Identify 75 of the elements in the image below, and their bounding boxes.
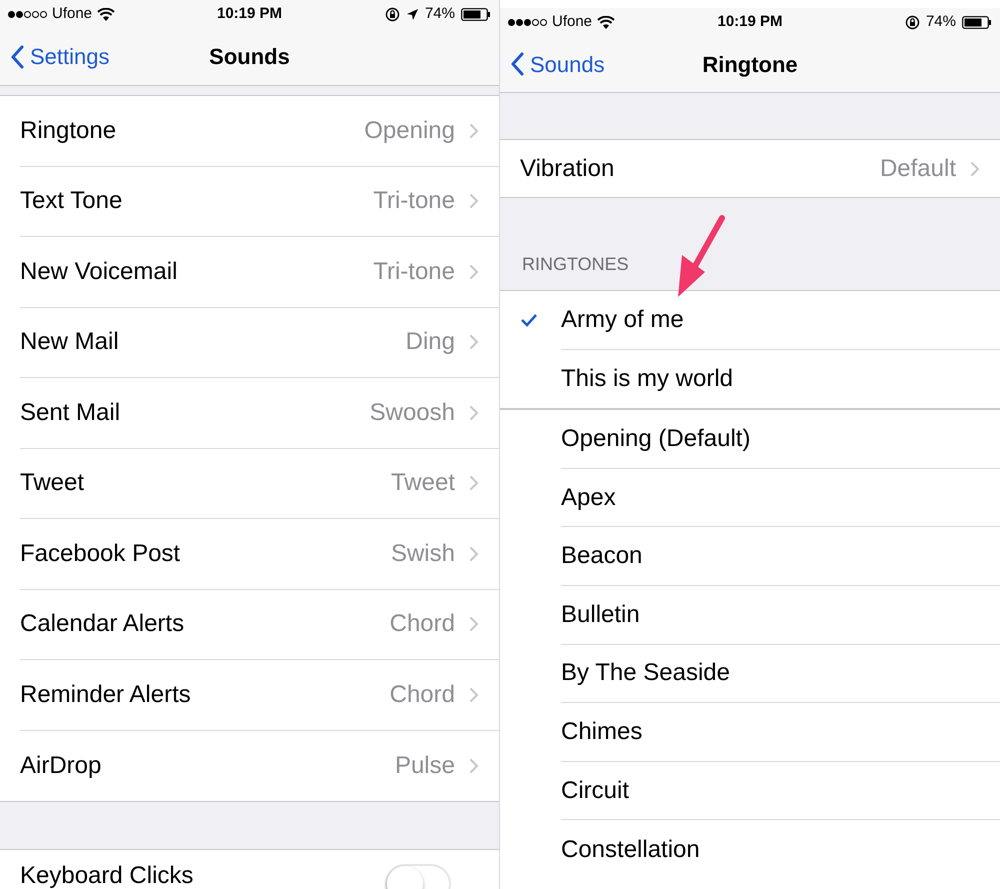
- ringtone-row[interactable]: Army of me: [500, 291, 1000, 350]
- chevron-icon: [970, 160, 980, 176]
- row-value: Tri-tone: [373, 186, 455, 216]
- ringtone-name: Bulletin: [561, 600, 640, 630]
- row-value: Chord: [390, 680, 455, 710]
- carrier-name: Ufone: [52, 4, 92, 24]
- row-label: Keyboard Clicks: [20, 862, 194, 889]
- ringtone-row[interactable]: Circuit: [500, 762, 1000, 820]
- row-label: Facebook Post: [20, 538, 180, 569]
- wifi-icon: [97, 8, 116, 20]
- ringtone-name: Constellation: [561, 834, 700, 865]
- ringtone-row[interactable]: This is my world: [500, 350, 1000, 408]
- chevron-icon: [469, 758, 479, 774]
- ringtone-name: Army of me: [561, 304, 684, 335]
- row-value: Chord: [390, 609, 455, 640]
- screen-title: Ringtone: [702, 50, 798, 79]
- row-label: New Mail: [20, 327, 119, 358]
- rotation-lock-icon: [904, 14, 920, 30]
- row-value: Swish: [390, 538, 455, 569]
- row-label: Ringtone: [20, 116, 116, 146]
- signal-icon: [8, 10, 47, 18]
- section-header: RINGTONES: [522, 253, 629, 276]
- chevron-icon: [469, 334, 479, 350]
- chevron-icon: [469, 546, 479, 562]
- ringtone-name: Chimes: [561, 716, 642, 747]
- chevron-icon: [469, 264, 479, 280]
- row-value: Pulse: [394, 750, 455, 781]
- back-button[interactable]: Sounds: [510, 48, 605, 80]
- clock-time: 10:19 PM: [717, 12, 783, 32]
- wifi-icon: [597, 16, 616, 28]
- ringtone-name: Apex: [561, 482, 616, 513]
- chevron-icon: [469, 404, 479, 421]
- ringtone-row[interactable]: Constellation: [500, 820, 1000, 879]
- row-label: Reminder Alerts: [20, 680, 191, 710]
- ringtone-name: Circuit: [561, 776, 630, 806]
- chevron-icon: [469, 193, 479, 210]
- back-chevron-icon: [10, 44, 24, 68]
- back-chevron-icon: [510, 52, 524, 76]
- rotation-lock-icon: [384, 6, 400, 22]
- row-label: Text Tone: [20, 186, 122, 216]
- ringtone-name: This is my world: [561, 364, 734, 394]
- chevron-icon: [469, 686, 479, 703]
- ringtone-row[interactable]: By The Seaside: [500, 644, 1000, 704]
- row-label: AirDrop: [20, 750, 102, 781]
- back-button[interactable]: Settings: [10, 40, 110, 73]
- row-value: Swoosh: [370, 398, 455, 428]
- row-value: Default: [880, 154, 956, 184]
- chevron-icon: [469, 616, 479, 632]
- ringtone-row[interactable]: Beacon: [500, 527, 1000, 586]
- signal-icon: [508, 18, 547, 26]
- battery-percentage: 74%: [424, 4, 455, 24]
- battery-icon: [461, 8, 491, 20]
- row-label: Calendar Alerts: [20, 609, 184, 640]
- carrier-name: Ufone: [552, 12, 592, 32]
- row-value: Tweet: [390, 468, 455, 498]
- ringtone-row[interactable]: Chimes: [500, 703, 1000, 762]
- row-value: Opening: [364, 116, 455, 146]
- ringtone-row[interactable]: Bulletin: [500, 586, 1000, 645]
- chevron-icon: [469, 475, 479, 492]
- battery-percentage: 74%: [926, 12, 956, 32]
- screen-title: Sounds: [209, 43, 290, 71]
- row-label: Vibration: [520, 154, 614, 184]
- ringtone-name: Beacon: [561, 541, 642, 572]
- battery-icon: [962, 16, 992, 28]
- ringtone-name: By The Seaside: [561, 658, 730, 688]
- row-label: New Voicemail: [20, 256, 178, 287]
- ringtone-row[interactable]: Apex: [500, 468, 1000, 528]
- row-label: Sent Mail: [20, 398, 120, 428]
- clock-time: 10:19 PM: [216, 4, 282, 24]
- ringtone-row[interactable]: Opening (Default): [500, 410, 1000, 469]
- row-value: Ding: [406, 327, 455, 358]
- ringtone-name: Opening (Default): [561, 424, 750, 454]
- chevron-icon: [469, 122, 479, 139]
- row-label: Tweet: [20, 468, 84, 498]
- row-value: Tri-tone: [373, 256, 455, 287]
